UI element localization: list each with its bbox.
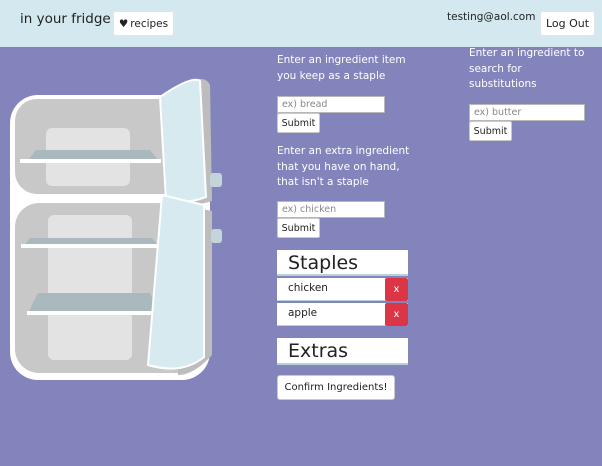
navbar: in your fridge ♥ recipes testing@aol.com…: [0, 0, 602, 47]
extras-title: Extras: [288, 340, 349, 362]
fridge-lower-back: [48, 215, 132, 360]
fridge-illustration: [10, 78, 222, 380]
staple-submit-button[interactable]: Submit: [277, 113, 320, 133]
confirm-ingredients-button[interactable]: Confirm Ingredients!: [277, 375, 395, 400]
user-email: testing@aol.com: [447, 11, 536, 23]
fridge-shelf: [28, 293, 158, 313]
extra-submit-button[interactable]: Submit: [277, 218, 320, 238]
extra-prompt: Enter an extra ingredient that you have …: [277, 145, 410, 188]
staples-title: Staples: [288, 252, 359, 274]
brand-title[interactable]: in your fridge: [20, 11, 111, 27]
fridge-upper-door: [158, 78, 208, 204]
substitution-submit-button[interactable]: Submit: [469, 121, 512, 141]
fridge-shelf-edge: [21, 244, 161, 248]
extra-input[interactable]: [277, 201, 385, 218]
recipes-button-label: recipes: [130, 17, 169, 30]
recipes-button[interactable]: ♥ recipes: [113, 11, 174, 36]
staple-input[interactable]: [277, 96, 385, 113]
extras-header: Extras: [277, 338, 408, 365]
fridge-shelf-edge: [20, 159, 161, 163]
substitution-prompt: Enter an ingredient to search for substi…: [469, 47, 585, 90]
list-item: apple x: [277, 303, 408, 326]
list-item: chicken x: [277, 278, 408, 301]
substitution-input[interactable]: [469, 104, 585, 121]
fridge-hinge: [210, 173, 222, 187]
remove-staple-button[interactable]: x: [385, 278, 408, 301]
staple-prompt: Enter an ingredient item you keep as a s…: [277, 54, 406, 82]
staple-item-name: apple: [288, 307, 318, 319]
fridge-hinge: [211, 229, 222, 243]
remove-staple-button[interactable]: x: [385, 303, 408, 326]
heart-icon: ♥: [118, 17, 129, 30]
staple-item-name: chicken: [288, 282, 328, 294]
fridge-shelf-edge: [27, 311, 157, 315]
staples-header: Staples: [277, 250, 408, 276]
fridge-shelf: [28, 150, 158, 160]
logout-button[interactable]: Log Out: [540, 11, 595, 36]
